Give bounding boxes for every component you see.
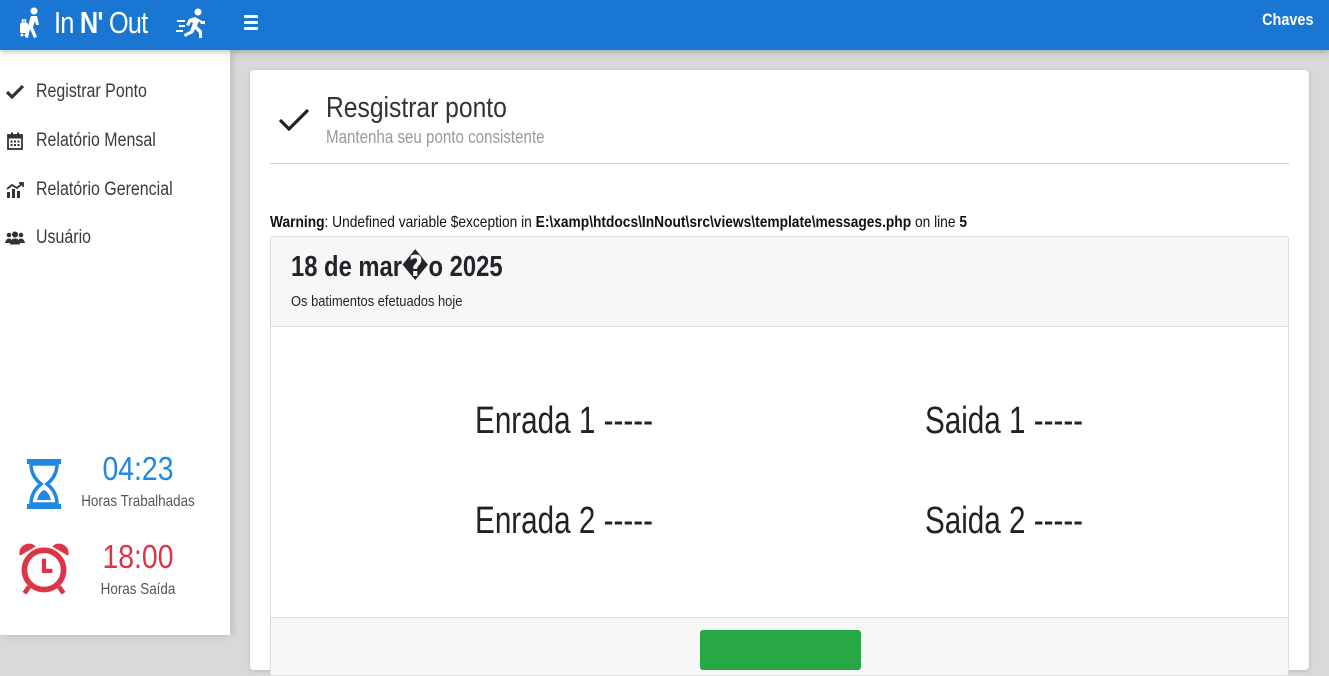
check-icon <box>277 102 311 136</box>
warning-line: 5 <box>959 214 967 231</box>
entry-1: Enrada 1 ----- <box>475 400 653 442</box>
php-warning-message: Warning: Undefined variable $exception i… <box>270 214 967 232</box>
content-card: Resgistrar ponto Mantenha seu ponto cons… <box>250 70 1309 676</box>
sidebar-item-label: Registrar Ponto <box>36 81 147 102</box>
sidebar-item-relatorio-gerencial[interactable]: Relatório Gerencial <box>0 170 230 210</box>
sidebar-item-usuario[interactable]: Usuário <box>0 218 230 258</box>
warning-path: E:\xamp\htdocs\InNout\src\views\template… <box>535 214 912 231</box>
warning-label: Warning <box>270 214 325 231</box>
exit-hours-stat: 18:00 Horas Saída <box>0 538 230 608</box>
users-icon <box>5 228 25 248</box>
brand-name: In N' Out <box>54 5 148 41</box>
sidebar: Registrar Ponto Relatório Mensal Relatór… <box>0 50 230 635</box>
exit-hours-caption: Horas Saída <box>100 581 176 598</box>
top-navbar: In N' Out Chaves <box>0 0 1329 50</box>
brand-logo[interactable]: In N' Out <box>16 0 206 46</box>
hourglass-icon <box>16 453 72 515</box>
sidebar-item-label: Usuário <box>36 227 92 248</box>
chart-icon <box>5 180 25 200</box>
user-name[interactable]: Chaves <box>1262 10 1313 30</box>
check-icon <box>5 82 25 102</box>
brand-in: In <box>54 5 74 40</box>
sidebar-item-label: Relatório Gerencial <box>36 179 173 200</box>
exit-hours-value: 18:00 <box>102 538 174 575</box>
warning-text: : Undefined variable $exception in <box>324 214 536 231</box>
sidebar-toggle-button[interactable] <box>244 12 264 32</box>
register-punch-button[interactable] <box>700 630 861 670</box>
current-date-subtitle: Os batimentos efetuados hoje <box>291 293 463 310</box>
person-with-luggage-icon <box>16 6 46 40</box>
exit-1: Saida 1 ----- <box>924 400 1084 442</box>
page-title: Resgistrar ponto <box>326 92 507 124</box>
divider <box>270 163 1289 164</box>
running-person-icon <box>175 6 206 40</box>
punch-card-footer <box>271 617 1288 675</box>
sidebar-item-registrar-ponto[interactable]: Registrar Ponto <box>0 72 230 112</box>
sidebar-item-label: Relatório Mensal <box>36 130 156 151</box>
sidebar-item-relatorio-mensal[interactable]: Relatório Mensal <box>0 121 230 161</box>
punch-card: 18 de mar�o 2025 Os batimentos efetuados… <box>270 236 1289 676</box>
current-date: 18 de mar�o 2025 <box>291 251 503 283</box>
alarm-clock-icon <box>16 538 72 600</box>
entry-2: Enrada 2 ----- <box>475 500 653 542</box>
worked-hours-stat: 04:23 Horas Trabalhadas <box>0 450 230 520</box>
brand-out: Out <box>108 5 148 40</box>
punch-card-header: 18 de mar�o 2025 Os batimentos efetuados… <box>271 237 1288 327</box>
exit-2: Saida 2 ----- <box>924 500 1084 542</box>
brand-n: N' <box>79 5 104 40</box>
warning-text: on line <box>911 214 960 231</box>
worked-hours-caption: Horas Trabalhadas <box>81 493 195 510</box>
calendar-icon <box>5 131 25 151</box>
worked-hours-value: 04:23 <box>102 450 174 487</box>
page-subtitle: Mantenha seu ponto consistente <box>326 127 545 147</box>
